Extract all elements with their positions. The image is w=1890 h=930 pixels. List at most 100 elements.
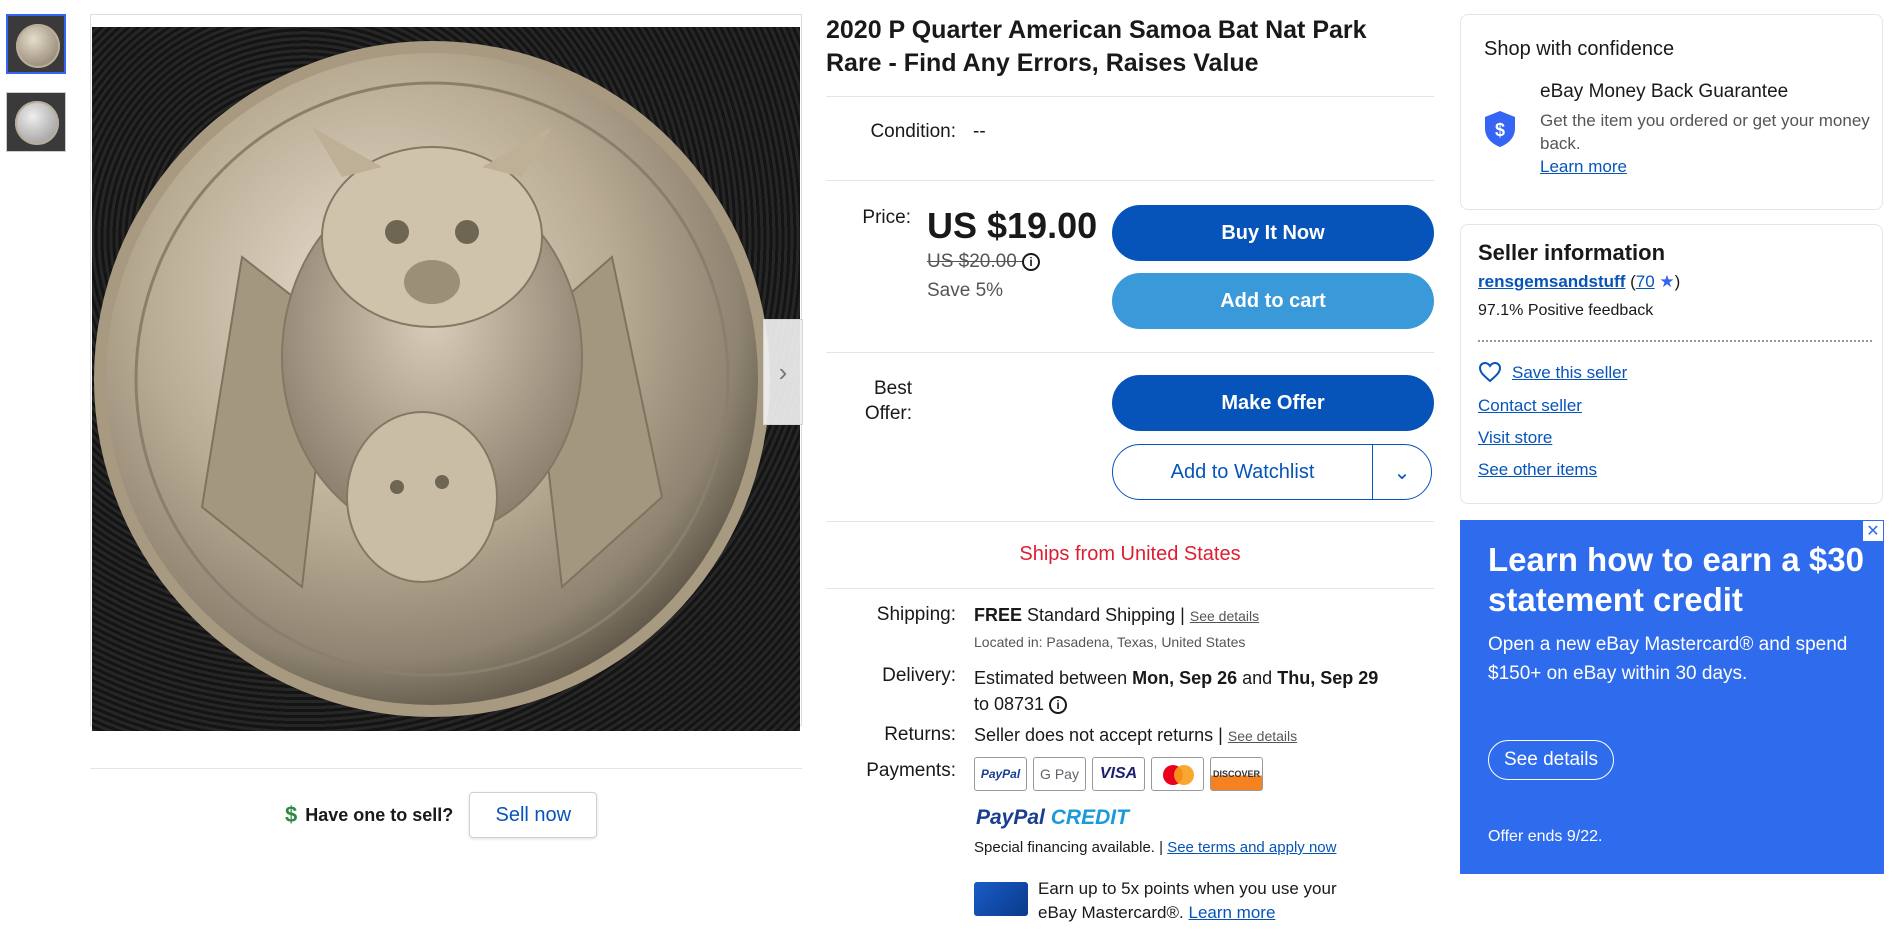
- dollar-icon: $: [285, 802, 298, 827]
- coin-photo[interactable]: [92, 27, 800, 731]
- chevron-right-icon: ›: [778, 356, 788, 387]
- sell-one-row: $ Have one to sell? Sell now: [285, 792, 598, 838]
- save-seller-link[interactable]: Save this seller: [1512, 363, 1627, 383]
- watchlist-control: Add to Watchlist ⌄: [1112, 444, 1432, 500]
- delivery-date-2: Thu, Sep 29: [1277, 668, 1379, 688]
- confidence-title: Shop with confidence: [1484, 38, 1675, 60]
- delivery-label: Delivery:: [882, 665, 956, 686]
- returns-details-link[interactable]: See details: [1228, 728, 1297, 744]
- delivery-value: Estimated between Mon, Sep 26 and Thu, S…: [974, 665, 1424, 717]
- visit-store-link[interactable]: Visit store: [1478, 428, 1552, 448]
- contact-seller-link[interactable]: Contact seller: [1478, 396, 1582, 416]
- price-value: US $19.00: [927, 205, 1098, 246]
- star-icon: ★: [1659, 272, 1675, 291]
- next-image-button[interactable]: ›: [763, 319, 803, 425]
- divider: [1478, 340, 1872, 342]
- seller-info-title: Seller information: [1478, 240, 1666, 265]
- paypal-credit-b: CREDIT: [1050, 806, 1129, 829]
- heart-icon[interactable]: [1478, 361, 1502, 383]
- paypal-credit-a: PayPal: [976, 806, 1045, 829]
- thumbnail-1[interactable]: [6, 14, 66, 74]
- seller-score-link[interactable]: 70: [1636, 272, 1655, 291]
- divider: [826, 180, 1434, 181]
- save-percent: Save 5%: [927, 280, 1004, 301]
- separator: |: [1218, 725, 1223, 745]
- paypal-credit-logo: PayPal CREDIT: [976, 806, 1129, 830]
- earn-points-text: Earn up to 5x points when you use your e…: [1038, 877, 1337, 925]
- best-offer-label: Best Offer:: [864, 378, 912, 424]
- info-icon[interactable]: i: [1022, 252, 1041, 271]
- seller-paren-close: ): [1674, 272, 1681, 291]
- ships-from: Ships from United States: [1019, 543, 1241, 565]
- item-title: 2020 P Quarter American Samoa Bat Nat Pa…: [826, 16, 1367, 77]
- returns-value: Seller does not accept returns | See det…: [974, 725, 1297, 746]
- financing-row: Special financing available. | See terms…: [974, 839, 1336, 856]
- coin-thumbnail-image: [16, 24, 60, 68]
- delivery-est: Estimated between: [974, 668, 1128, 688]
- divider: [826, 521, 1434, 522]
- chevron-down-icon: ⌄: [1393, 461, 1411, 484]
- returns-text: Seller does not accept returns: [974, 725, 1214, 745]
- discover-icon: DISCOVER: [1210, 757, 1263, 791]
- guarantee-title: eBay Money Back Guarantee: [1540, 81, 1789, 102]
- divider: [826, 352, 1434, 353]
- seller-paren-open: (: [1625, 272, 1636, 291]
- mastercard-icon: [1151, 757, 1204, 791]
- ad-title: Learn how to earn a $30 statement credit: [1488, 541, 1864, 618]
- mastercard-ad[interactable]: ✕ Learn how to earn a $30 statement cred…: [1460, 520, 1884, 874]
- seller-feedback: 97.1% Positive feedback: [1478, 302, 1654, 319]
- delivery-date-1: Mon, Sep 26: [1132, 668, 1238, 688]
- returns-label: Returns:: [884, 724, 956, 745]
- condition-value: --: [973, 121, 986, 142]
- guarantee-text: Get the item you ordered or get your mon…: [1540, 109, 1870, 178]
- mastercard-card-image: [974, 882, 1028, 916]
- earn-line-2: eBay Mastercard®.: [1038, 903, 1184, 922]
- separator: |: [1159, 839, 1164, 856]
- visa-icon: VISA: [1092, 757, 1145, 791]
- earn-line-1: Earn up to 5x points when you use your: [1038, 879, 1337, 898]
- learn-more-link[interactable]: Learn more: [1188, 903, 1275, 922]
- watchlist-dropdown-button[interactable]: ⌄: [1373, 445, 1431, 499]
- paypal-icon: PayPal: [974, 757, 1027, 791]
- ad-see-details-button[interactable]: See details: [1488, 740, 1614, 780]
- see-other-items-link[interactable]: See other items: [1478, 460, 1597, 480]
- sell-now-button[interactable]: Sell now: [469, 792, 598, 838]
- make-offer-button[interactable]: Make Offer: [1112, 375, 1434, 431]
- ad-text: Open a new eBay Mastercard® and spend $1…: [1488, 634, 1848, 684]
- shipping-label: Shipping:: [876, 604, 956, 625]
- sell-question: Have one to sell?: [305, 804, 454, 825]
- coin-thumbnail-image: [15, 101, 59, 145]
- shipping-free: FREE: [974, 605, 1023, 625]
- shipping-method: Standard Shipping: [1027, 605, 1176, 625]
- svg-text:$: $: [1495, 120, 1505, 140]
- original-price: US $20.00 i: [927, 251, 1041, 273]
- divider: [90, 768, 802, 769]
- main-image-container: ›: [90, 14, 803, 731]
- shipping-value: FREE Standard Shipping | See details: [974, 605, 1259, 626]
- delivery-and: and: [1242, 668, 1273, 688]
- separator: |: [1180, 605, 1185, 625]
- terms-link[interactable]: See terms and apply now: [1167, 839, 1336, 856]
- google-pay-icon: G Pay: [1033, 757, 1086, 791]
- add-to-watchlist-button[interactable]: Add to Watchlist: [1113, 445, 1373, 499]
- close-icon[interactable]: ✕: [1862, 520, 1884, 542]
- add-to-cart-button[interactable]: Add to cart: [1112, 273, 1434, 329]
- shield-dollar-icon: $: [1485, 111, 1515, 147]
- divider: [826, 96, 1434, 97]
- ad-offer-ends: Offer ends 9/22.: [1488, 828, 1603, 845]
- buy-it-now-button[interactable]: Buy It Now: [1112, 205, 1434, 261]
- delivery-zip: to 08731: [974, 694, 1045, 714]
- info-icon[interactable]: i: [1049, 696, 1068, 715]
- original-price-text: US $20.00: [927, 251, 1017, 272]
- shipping-details-link[interactable]: See details: [1190, 608, 1259, 624]
- payment-icons: PayPal G Pay VISA DISCOVER: [974, 757, 1263, 791]
- guarantee-desc: Get the item you ordered or get your mon…: [1540, 111, 1870, 153]
- thumbnail-2[interactable]: [6, 92, 66, 152]
- divider: [826, 588, 1434, 589]
- guarantee-learn-more-link[interactable]: Learn more: [1540, 157, 1627, 176]
- financing-text: Special financing available.: [974, 839, 1155, 856]
- price-label: Price:: [862, 207, 911, 228]
- seller-name-link[interactable]: rensgemsandstuff: [1478, 272, 1625, 291]
- located-in: Located in: Pasadena, Texas, United Stat…: [974, 634, 1246, 650]
- seller-name-row: rensgemsandstuff (70 ★): [1478, 272, 1680, 292]
